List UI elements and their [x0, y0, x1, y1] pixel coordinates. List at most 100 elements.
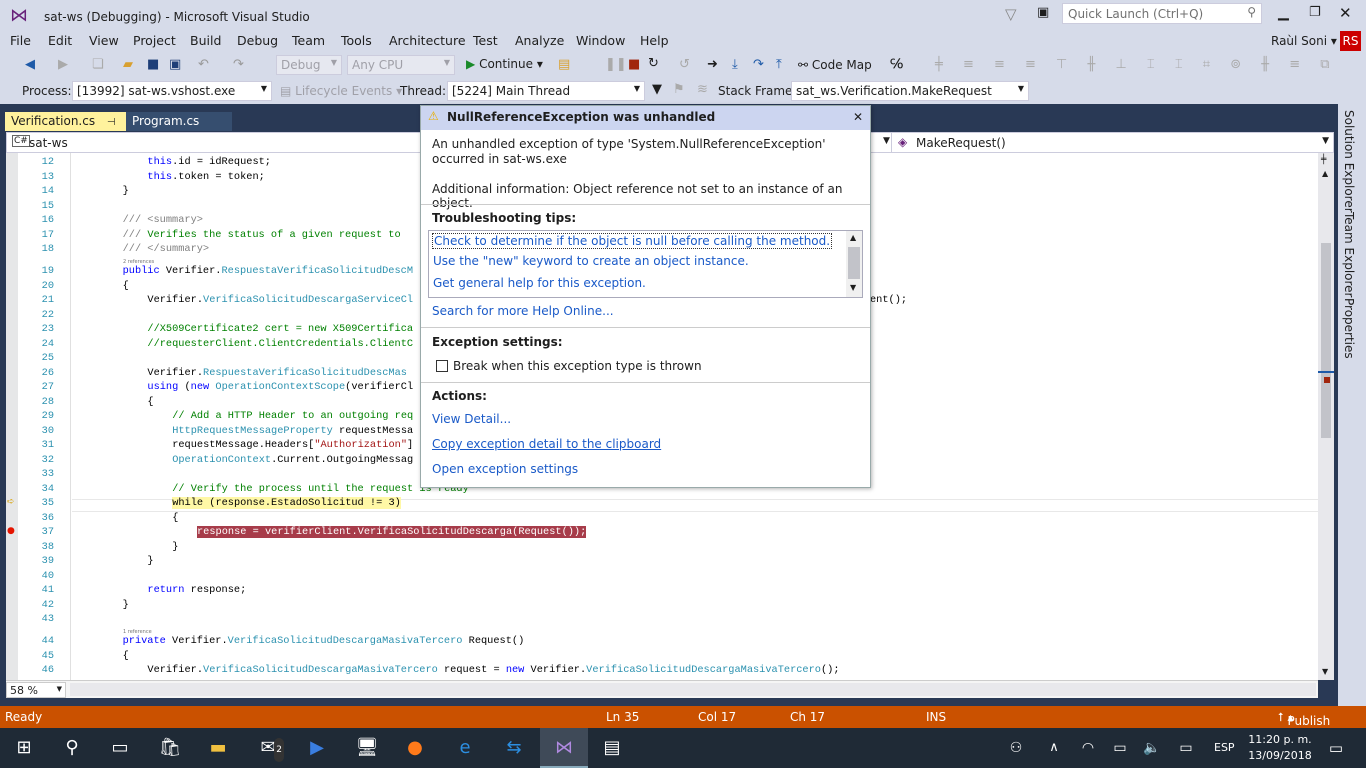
step-into-icon[interactable]: ⤓ [732, 57, 738, 73]
vertical-scrollbar[interactable]: ╪ ▲ ▼ [1318, 153, 1334, 680]
step-over-icon[interactable]: ↷ [753, 57, 764, 73]
notifications-filter-icon[interactable]: ▽ [1005, 5, 1017, 23]
code-line[interactable]: HttpRequestMessageProperty requestMessa [172, 425, 413, 437]
show-next-statement-icon[interactable]: ➜ [707, 57, 718, 73]
scrollbar-thumb[interactable] [1321, 243, 1331, 438]
split-icon[interactable]: ╪ [1321, 155, 1326, 165]
code-line[interactable]: //X509Certificate2 cert = new X509Certif… [147, 323, 413, 335]
copy-detail-link[interactable]: Copy exception detail to the clipboard [432, 437, 661, 451]
redo-icon[interactable]: ↷ [233, 57, 244, 73]
tip-link[interactable]: Get general help for this exception. [433, 276, 646, 290]
stack-frame-dropdown[interactable]: sat_ws.Verification.MakeRequest ▼ [791, 81, 1029, 101]
show-hidden-icons[interactable]: ∧ [1042, 736, 1066, 760]
properties-tab[interactable]: Properties [1342, 298, 1356, 359]
code-line[interactable]: Verifier.VerificaSolicitudDescargaServic… [147, 294, 413, 306]
feedback-icon[interactable]: ▣ [1037, 5, 1049, 20]
zoom-dropdown[interactable]: 58 % ▼ [6, 682, 66, 698]
menu-view[interactable]: View [89, 33, 119, 48]
clock[interactable]: 11:20 p. m. 13/09/2018 [1248, 732, 1312, 764]
tips-scrollbar[interactable]: ▲ ▼ [846, 231, 862, 297]
filter-icon[interactable]: ▼ [652, 82, 662, 98]
menu-project[interactable]: Project [133, 33, 176, 48]
code-line[interactable]: this.token = token; [147, 171, 264, 183]
open-file-icon[interactable]: ▰ [123, 57, 133, 73]
people-icon[interactable]: ⚇ [1004, 736, 1028, 760]
menu-debug[interactable]: Debug [237, 33, 278, 48]
pin-icon[interactable]: ⊣ [107, 117, 116, 128]
back-icon[interactable]: ◀ [25, 57, 35, 73]
codelens-references[interactable]: 2 references [123, 259, 154, 265]
code-line[interactable]: } [123, 185, 129, 197]
user-account-menu[interactable]: Raùl Soni ▾ [1271, 34, 1337, 48]
solution-config-dropdown[interactable]: Debug ▼ [276, 55, 342, 75]
process-dropdown[interactable]: [13992] sat-ws.vshost.exe ▼ [72, 81, 272, 101]
code-line[interactable]: while (response.EstadoSolicitud != 3) [172, 497, 401, 509]
forward-icon[interactable]: ▶ [58, 57, 68, 73]
horizontal-scrollbar[interactable] [70, 683, 1316, 696]
project-dropdown[interactable]: sat-ws [29, 136, 68, 150]
code-line[interactable]: private Verifier.VerificaSolicitudDescar… [123, 635, 525, 647]
visual-studio-taskbar-button[interactable]: ⋈ [540, 728, 588, 768]
publish-button[interactable]: ⭡ Publish ▴ [1278, 710, 1330, 728]
file-explorer-icon[interactable]: ▬ [206, 736, 230, 760]
code-line[interactable]: this.id = idRequest; [147, 156, 271, 168]
menu-window[interactable]: Window [576, 33, 625, 48]
mail-icon[interactable]: ✉ 2 [256, 736, 284, 762]
menu-team[interactable]: Team [292, 33, 325, 48]
close-button[interactable]: ✕ [1339, 4, 1352, 22]
layout-toolbar-icons[interactable]: ╪ ≡ ≡ ≡ ⊤ ╫ ⊥ ⌶ ⌶ ⌗ ⊚ ╫ ≡ ⧉ [935, 57, 1338, 73]
team-explorer-tab[interactable]: Team Explorer [1342, 212, 1356, 298]
flag-threads-icon[interactable]: ⚑ [673, 82, 685, 98]
menu-edit[interactable]: Edit [48, 33, 72, 48]
process-icon[interactable]: ▤ [558, 57, 570, 73]
network-app-icon[interactable]: 🖥 [355, 736, 379, 760]
tip-link[interactable]: Use the "new" keyword to create an objec… [433, 254, 749, 268]
search-icon[interactable]: ⚲ [60, 736, 84, 760]
menu-file[interactable]: File [10, 33, 31, 48]
menu-analyze[interactable]: Analyze [515, 33, 564, 48]
task-view-icon[interactable]: ▭ [108, 736, 132, 760]
code-line[interactable]: // Add a HTTP Header to an outgoing req [172, 410, 413, 422]
code-map-button[interactable]: ⚯ Code Map [798, 58, 872, 72]
type-dropdown-arrow[interactable]: ▼ [883, 136, 890, 146]
thread-dropdown[interactable]: [5224] Main Thread ▼ [447, 81, 645, 101]
edge-icon[interactable]: e [453, 736, 477, 760]
view-detail-link[interactable]: View Detail... [432, 412, 511, 426]
wifi-icon[interactable]: ◠ [1076, 736, 1100, 760]
codelens-references[interactable]: 1 reference [123, 629, 152, 635]
code-line[interactable]: Verifier.VerificaSolicitudDescargaMasiva… [147, 664, 839, 676]
code-line[interactable]: /// Verifies the status of a given reque… [123, 229, 401, 241]
code-line[interactable]: /// </summary> [123, 243, 210, 255]
code-line[interactable]: //requesterClient.ClientCredentials.Clie… [147, 338, 413, 350]
undo-icon[interactable]: ↶ [198, 57, 209, 73]
code-line[interactable]: /// <summary> [123, 214, 203, 226]
search-help-link[interactable]: Search for more Help Online... [432, 304, 614, 318]
open-exception-settings-link[interactable]: Open exception settings [432, 462, 578, 476]
save-all-icon[interactable]: ▣ [169, 57, 181, 73]
indicator-margin[interactable] [6, 153, 18, 680]
hot-reload-icon[interactable]: ↺ [679, 57, 690, 73]
restart-icon[interactable]: ↻ [648, 56, 659, 72]
volume-icon[interactable]: 🔈 [1140, 736, 1164, 760]
code-line[interactable]: Verifier.RespuestaVerificaSolicitudDescM… [147, 367, 407, 379]
break-when-thrown-checkbox[interactable]: Break when this exception type is thrown [436, 359, 702, 373]
keyboard-icon[interactable]: ▭ [1174, 736, 1198, 760]
checkbox-box[interactable] [436, 360, 448, 372]
start-button[interactable]: ⊞ [12, 736, 36, 760]
restore-button[interactable]: ❐ [1309, 5, 1321, 20]
code-line[interactable]: return response; [147, 584, 246, 596]
close-popup-button[interactable]: ✕ [853, 110, 863, 124]
code-line[interactable]: { [123, 280, 129, 292]
scroll-up-icon[interactable]: ▲ [1322, 169, 1328, 178]
continue-button[interactable]: ▶ Continue ▾ [466, 57, 543, 71]
minimize-button[interactable]: ▁ [1278, 5, 1289, 21]
battery-icon[interactable]: ▭ [1108, 736, 1132, 760]
breakpoint-icon[interactable]: ● [7, 526, 15, 536]
quick-launch-input[interactable]: Quick Launch (Ctrl+Q) ⚲ [1062, 3, 1262, 24]
user-avatar[interactable]: RS [1340, 31, 1361, 51]
stack-icon[interactable]: ≋ [697, 82, 708, 98]
code-line[interactable]: response = verifierClient.VerificaSolici… [197, 526, 587, 538]
tips-scroll-thumb[interactable] [848, 247, 860, 279]
media-player-icon[interactable]: ▶ [305, 736, 329, 760]
store-icon[interactable]: 🛍 [158, 736, 182, 760]
